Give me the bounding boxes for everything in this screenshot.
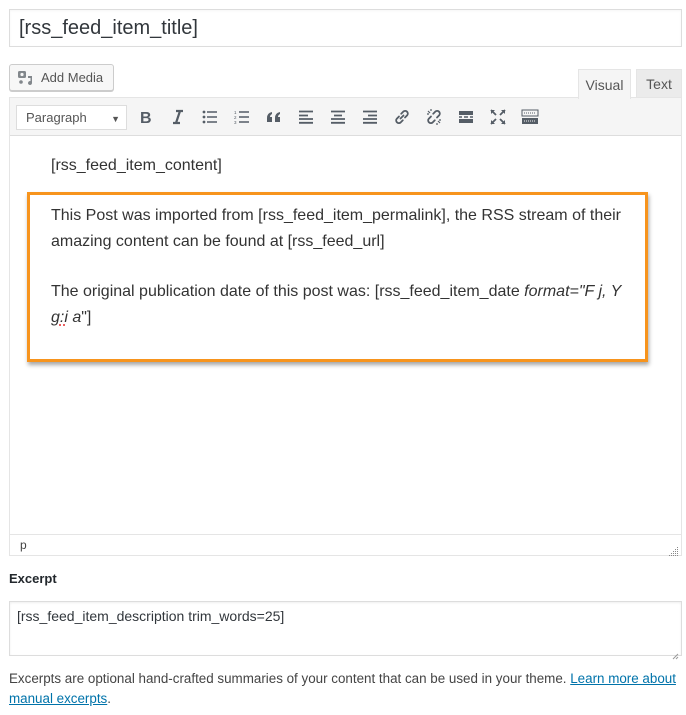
add-media-label: Add Media [41,70,104,85]
tab-visual[interactable]: Visual [578,69,631,99]
media-icon [17,70,35,86]
date-format-part-1: format="F j, Y [524,283,622,300]
remove-link-button[interactable] [421,105,447,129]
excerpt-help-period: . [107,691,111,706]
resize-handle-icon[interactable] [669,543,679,556]
numbered-list-icon: 123 [234,110,249,124]
align-right-icon [363,110,377,124]
align-center-icon [331,110,345,124]
excerpt-help-body: Excerpts are optional hand-crafted summa… [9,671,571,686]
bold-icon: B [140,110,152,125]
italic-button[interactable] [165,105,191,129]
keyboard-icon [521,109,539,124]
date-prefix-text: The original publication date of this po… [51,283,525,300]
blockquote-icon [267,112,280,122]
bulleted-list-button[interactable] [197,105,223,129]
svg-text:B: B [140,110,152,125]
editor-statusbar: p [10,534,681,556]
fullscreen-icon [490,109,506,125]
excerpt-textarea[interactable]: [rss_feed_item_description trim_words=25… [9,601,682,660]
toolbar-toggle-button[interactable] [517,105,543,129]
date-format-part-2: a [67,309,82,326]
textarea-resize-icon[interactable] [672,646,679,660]
bold-button[interactable]: B [133,105,159,129]
numbered-list-button[interactable]: 123 [229,105,255,129]
insert-link-button[interactable] [389,105,415,129]
fullscreen-button[interactable] [485,105,511,129]
align-left-icon [299,110,313,124]
tab-text[interactable]: Text [636,69,682,98]
read-more-button[interactable] [453,105,479,129]
spellcheck-flagged-word[interactable]: g:i [51,309,68,326]
unlink-icon [427,109,441,125]
format-select[interactable]: Paragraph ▼ [16,105,127,130]
blockquote-button[interactable] [261,105,287,129]
content-shortcode-paragraph: [rss_feed_item_content] [51,157,222,174]
format-select-value: Paragraph [26,110,87,125]
add-media-button[interactable]: Add Media [9,64,114,91]
align-right-button[interactable] [357,105,383,129]
align-left-button[interactable] [293,105,319,129]
publication-date-paragraph: The original publication date of this po… [51,279,631,331]
excerpt-value: [rss_feed_item_description trim_words=25… [17,608,285,624]
align-center-button[interactable] [325,105,351,129]
excerpt-heading: Excerpt [9,571,57,586]
editor-toolbar: Paragraph ▼ B 123 [10,98,681,136]
italic-icon [173,109,183,125]
editor-content[interactable]: [rss_feed_item_content] This Post was im… [10,136,681,535]
svg-text:3: 3 [234,120,237,124]
link-icon [395,110,409,124]
post-title-input[interactable]: [rss_feed_item_title] [9,9,682,47]
element-path[interactable]: p [20,538,27,552]
bulleted-list-icon [202,110,217,124]
excerpt-help-text: Excerpts are optional hand-crafted summa… [9,669,681,709]
editor: Paragraph ▼ B 123 [rss_feed_item_content… [9,97,682,556]
date-suffix-text: "] [81,309,92,326]
read-more-icon [459,111,473,123]
chevron-down-icon: ▼ [111,114,120,124]
import-notice-paragraph: This Post was imported from [rss_feed_it… [51,207,621,250]
